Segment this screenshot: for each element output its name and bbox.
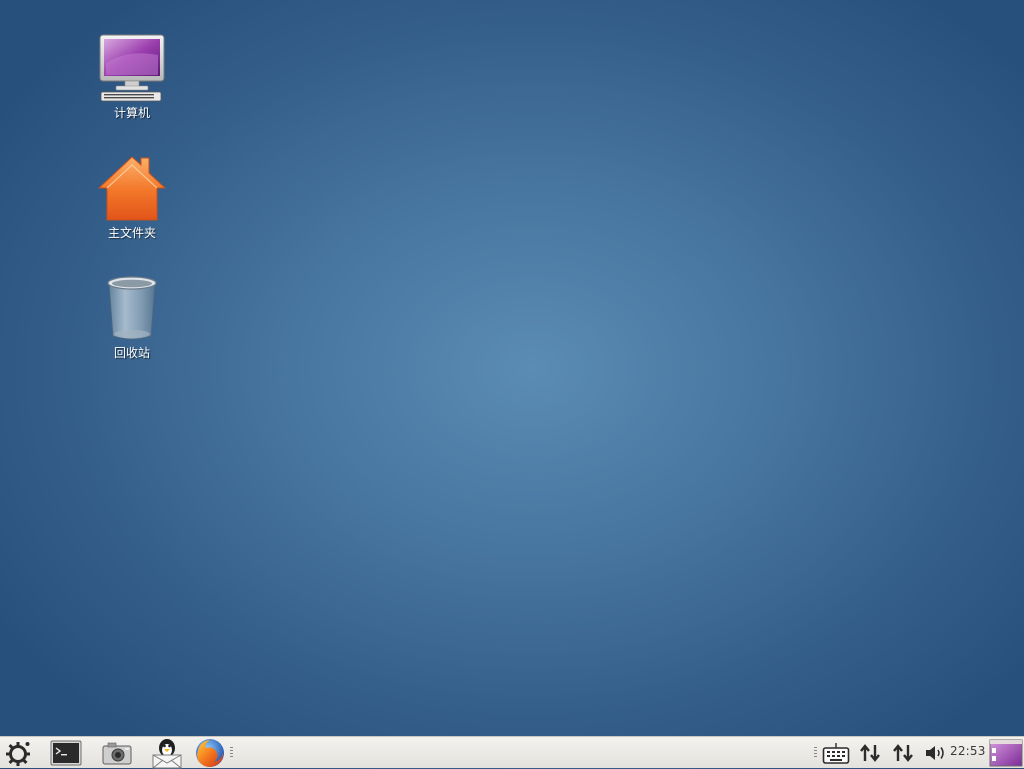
terminal-icon[interactable] [48,738,84,768]
camera-icon[interactable] [100,738,134,768]
launcher-grip[interactable] [230,747,233,759]
network-arrows-icon[interactable] [889,738,917,768]
taskbar: 22:53 [0,736,1024,769]
desktop-icon-label: 计算机 [113,106,150,120]
gear-menu-icon[interactable] [2,738,34,768]
network-arrows-icon[interactable] [856,738,884,768]
desktop-icon-trash[interactable]: 回收站 [82,272,182,360]
computer-icon [96,32,168,104]
volume-icon[interactable] [922,738,948,768]
desktop-icon-label: 主文件夹 [107,226,156,240]
penguin-icon[interactable] [148,738,186,769]
desktop-icon-label: 回收站 [113,346,150,360]
desktop: 计算机 主文件夹 回收站 [0,0,1024,736]
workspace-switcher-icon[interactable] [989,738,1023,768]
clock[interactable]: 22:53 [950,744,986,758]
keyboard-icon[interactable] [820,738,852,768]
desktop-icon-home-folder[interactable]: 主文件夹 [82,152,182,240]
home-folder-icon [96,152,168,224]
desktop-icon-computer[interactable]: 计算机 [82,32,182,120]
firefox-icon[interactable] [192,738,228,768]
trash-icon [96,272,168,344]
tray-grip[interactable] [814,747,817,759]
